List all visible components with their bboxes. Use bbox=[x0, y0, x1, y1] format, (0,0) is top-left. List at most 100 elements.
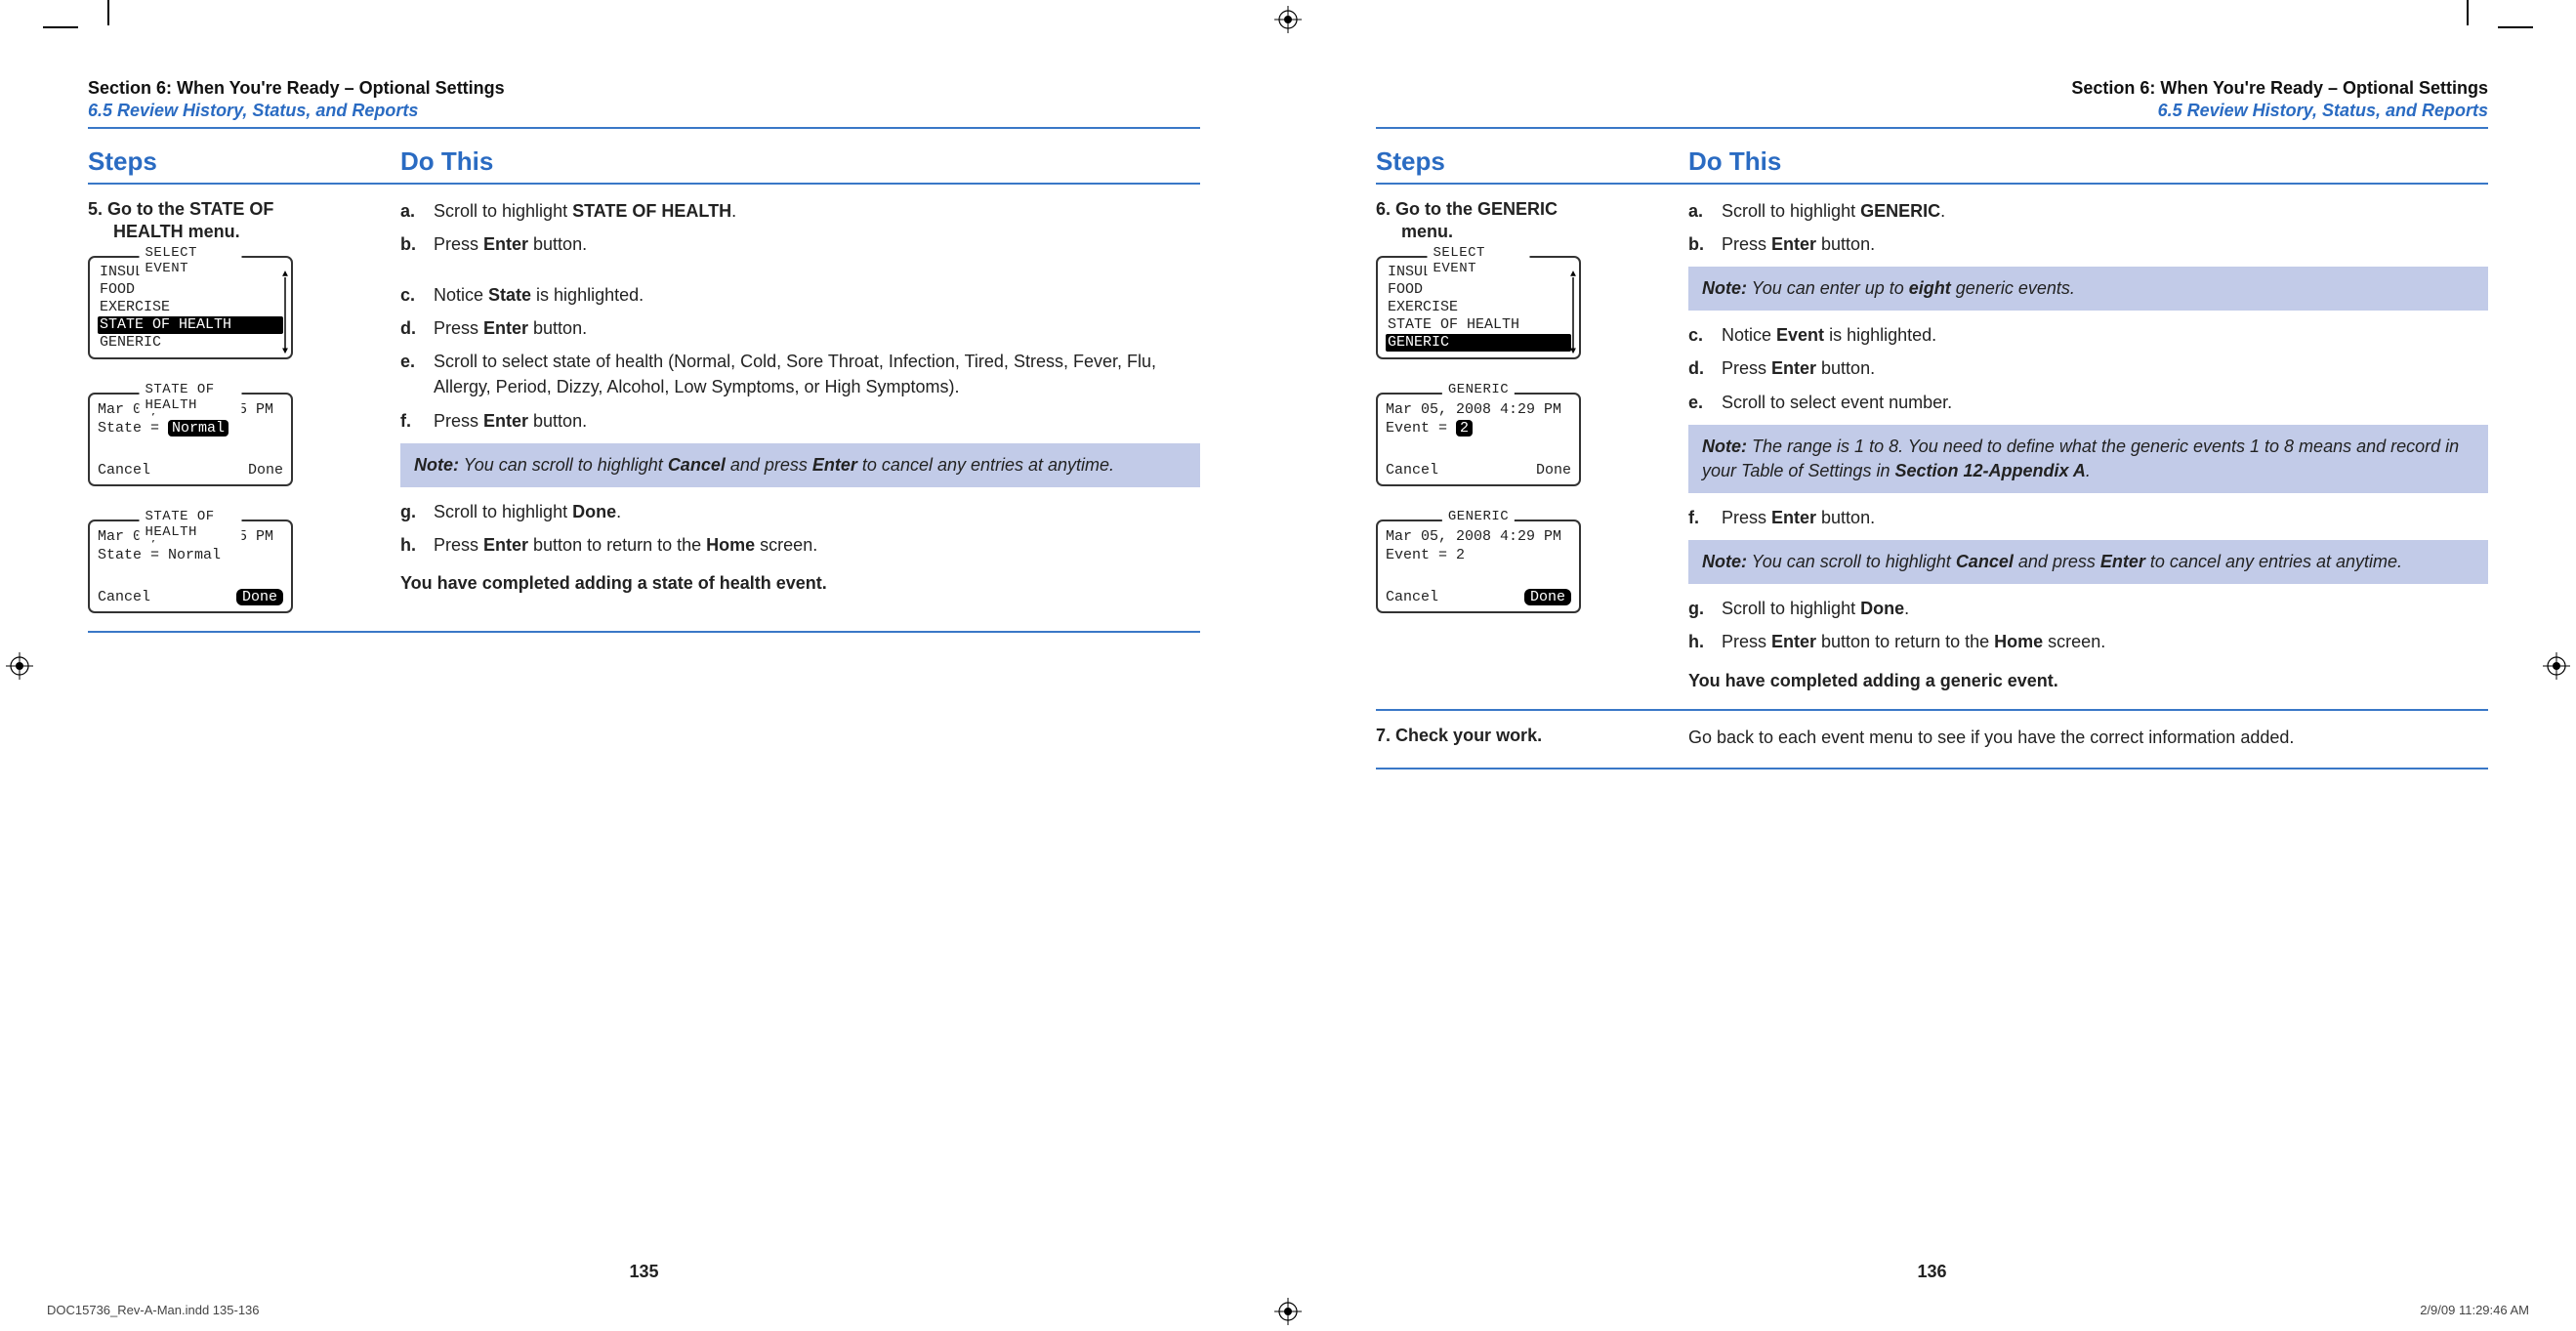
substep: g.Scroll to highlight Done. bbox=[1688, 596, 2488, 621]
substep-label: b. bbox=[1688, 231, 1722, 257]
menu-list: INSULIN FOOD EXERCISE STATE OF HEALTH GE… bbox=[1386, 264, 1571, 352]
col-header-do-this: Do This bbox=[400, 146, 1200, 177]
step-text: Go to the STATE OF bbox=[107, 199, 273, 219]
do-this-column: a.Scroll to highlight STATE OF HEALTH. b… bbox=[400, 198, 1200, 613]
menu-item: FOOD bbox=[98, 281, 283, 299]
substep: b.Press Enter button. bbox=[1688, 231, 2488, 257]
col-header-do-this: Do This bbox=[1688, 146, 2488, 177]
substep: e.Scroll to select state of health (Norm… bbox=[400, 349, 1200, 399]
substep-label: d. bbox=[1688, 355, 1722, 381]
substep-text: Scroll to highlight Done. bbox=[434, 499, 1200, 524]
table-header: Steps Do This bbox=[1376, 146, 2488, 185]
do-this-text: Go back to each event menu to see if you… bbox=[1688, 725, 2488, 750]
col-header-steps: Steps bbox=[1376, 146, 1688, 177]
footer-filename: DOC15736_Rev-A-Man.indd 135-136 bbox=[47, 1303, 260, 1317]
field-value-highlighted: 2 bbox=[1456, 420, 1473, 437]
section-subtitle: 6.5 Review History, Status, and Reports bbox=[1376, 101, 2488, 121]
substep-label: g. bbox=[400, 499, 434, 524]
field-row: State = Normal bbox=[98, 419, 283, 438]
softkey-done: Done bbox=[1536, 462, 1571, 478]
device-screenshots: SELECT EVENT INSULIN FOOD EXERCISE STATE… bbox=[1376, 256, 1671, 613]
section-header: Section 6: When You're Ready – Optional … bbox=[88, 78, 1200, 129]
substep-text: Press Enter button. bbox=[1722, 505, 2488, 530]
softkey-cancel: Cancel bbox=[98, 589, 150, 605]
substep-text: Press Enter button. bbox=[1722, 231, 2488, 257]
menu-item: EXERCISE bbox=[98, 299, 283, 316]
substep-text: Scroll to highlight STATE OF HEALTH. bbox=[434, 198, 1200, 224]
step-number: 5. bbox=[88, 199, 103, 219]
section-header: Section 6: When You're Ready – Optional … bbox=[1376, 78, 2488, 129]
steps-table: Steps Do This 6. Go to the GENERIC menu.… bbox=[1376, 146, 2488, 769]
substep-label: f. bbox=[400, 408, 434, 434]
substep: e.Scroll to select event number. bbox=[1688, 390, 2488, 415]
substep-label: a. bbox=[1688, 198, 1722, 224]
menu-item-selected: GENERIC bbox=[1386, 334, 1571, 352]
header-rule bbox=[1376, 127, 2488, 129]
step-title: 7. Check your work. bbox=[1376, 725, 1671, 747]
section-subtitle: 6.5 Review History, Status, and Reports bbox=[88, 101, 1200, 121]
screen-title: GENERIC bbox=[1442, 509, 1515, 524]
page-number: 136 bbox=[1917, 1262, 1946, 1282]
substep-text: Press Enter button. bbox=[1722, 355, 2488, 381]
substep-text: Scroll to select state of health (Normal… bbox=[434, 349, 1200, 399]
screen-title: STATE OF HEALTH bbox=[140, 382, 242, 413]
field-row: Event = 2 bbox=[1386, 546, 1571, 565]
field-row: State = Normal bbox=[98, 546, 283, 565]
completion-text: You have completed adding a generic even… bbox=[1688, 671, 2488, 691]
note-box: Note: You can scroll to highlight Cancel… bbox=[400, 443, 1200, 487]
substep: c.Notice Event is highlighted. bbox=[1688, 322, 2488, 348]
substep: h.Press Enter button to return to the Ho… bbox=[1688, 629, 2488, 654]
steps-column: 6. Go to the GENERIC menu. SELECT EVENT … bbox=[1376, 198, 1688, 691]
substep: c.Notice State is highlighted. bbox=[400, 282, 1200, 308]
menu-item: GENERIC bbox=[98, 334, 283, 352]
substep: f.Press Enter button. bbox=[1688, 505, 2488, 530]
substep-label: d. bbox=[400, 315, 434, 341]
substep: g.Scroll to highlight Done. bbox=[400, 499, 1200, 524]
menu-item-selected: STATE OF HEALTH bbox=[98, 316, 283, 334]
screen-title: SELECT EVENT bbox=[140, 245, 242, 276]
substep-label: c. bbox=[1688, 322, 1722, 348]
substep-label: c. bbox=[400, 282, 434, 308]
field-label: State = bbox=[98, 420, 168, 437]
softkey-cancel: Cancel bbox=[98, 462, 150, 478]
screen-title: SELECT EVENT bbox=[1428, 245, 1530, 276]
substep: d.Press Enter button. bbox=[400, 315, 1200, 341]
softkey-cancel: Cancel bbox=[1386, 589, 1438, 605]
menu-item: STATE OF HEALTH bbox=[1386, 316, 1571, 334]
page-left: Section 6: When You're Ready – Optional … bbox=[0, 0, 1288, 1331]
step-text: HEALTH menu. bbox=[113, 222, 240, 241]
device-screenshots: SELECT EVENT INSULIN FOOD EXERCISE STATE… bbox=[88, 256, 383, 613]
device-state-of-health-done: STATE OF HEALTH Mar 05, 2008 4:25 PM Sta… bbox=[88, 520, 293, 613]
substep-text: Press Enter button to return to the Home… bbox=[1722, 629, 2488, 654]
menu-item: FOOD bbox=[1386, 281, 1571, 299]
device-state-of-health-edit: STATE OF HEALTH Mar 05, 2008 4:25 PM Sta… bbox=[88, 393, 293, 486]
do-this-column: a.Scroll to highlight GENERIC. b.Press E… bbox=[1688, 198, 2488, 691]
footer-metadata: DOC15736_Rev-A-Man.indd 135-136 2/9/09 1… bbox=[47, 1303, 2529, 1317]
note-box: Note: The range is 1 to 8. You need to d… bbox=[1688, 425, 2488, 493]
document-spread: Section 6: When You're Ready – Optional … bbox=[0, 0, 2576, 1331]
section-title: Section 6: When You're Ready – Optional … bbox=[1376, 78, 2488, 99]
note-box: Note: You can scroll to highlight Cancel… bbox=[1688, 540, 2488, 584]
step-text: Go to the GENERIC bbox=[1395, 199, 1558, 219]
substep: a.Scroll to highlight GENERIC. bbox=[1688, 198, 2488, 224]
table-row: 6. Go to the GENERIC menu. SELECT EVENT … bbox=[1376, 185, 2488, 711]
substep-text: Notice Event is highlighted. bbox=[1722, 322, 2488, 348]
page-number: 135 bbox=[629, 1262, 658, 1282]
page-right: Section 6: When You're Ready – Optional … bbox=[1288, 0, 2576, 1331]
substep-label: a. bbox=[400, 198, 434, 224]
footer-timestamp: 2/9/09 11:29:46 AM bbox=[2420, 1303, 2529, 1317]
substep-label: g. bbox=[1688, 596, 1722, 621]
softkey-done: Done bbox=[248, 462, 283, 478]
timestamp: Mar 05, 2008 4:29 PM bbox=[1386, 527, 1571, 547]
substep-text: Press Enter button. bbox=[434, 408, 1200, 434]
field-label: Event = bbox=[1386, 420, 1456, 437]
menu-list: INSULIN FOOD EXERCISE STATE OF HEALTH GE… bbox=[98, 264, 283, 352]
substep-text: Notice State is highlighted. bbox=[434, 282, 1200, 308]
timestamp: Mar 05, 2008 4:29 PM bbox=[1386, 400, 1571, 420]
substep-label: f. bbox=[1688, 505, 1722, 530]
header-rule bbox=[88, 127, 1200, 129]
col-header-steps: Steps bbox=[88, 146, 400, 177]
device-generic-done: GENERIC Mar 05, 2008 4:29 PM Event = 2 C… bbox=[1376, 520, 1581, 613]
substep-text: Press Enter button. bbox=[434, 231, 1200, 257]
substep-text: Scroll to select event number. bbox=[1722, 390, 2488, 415]
